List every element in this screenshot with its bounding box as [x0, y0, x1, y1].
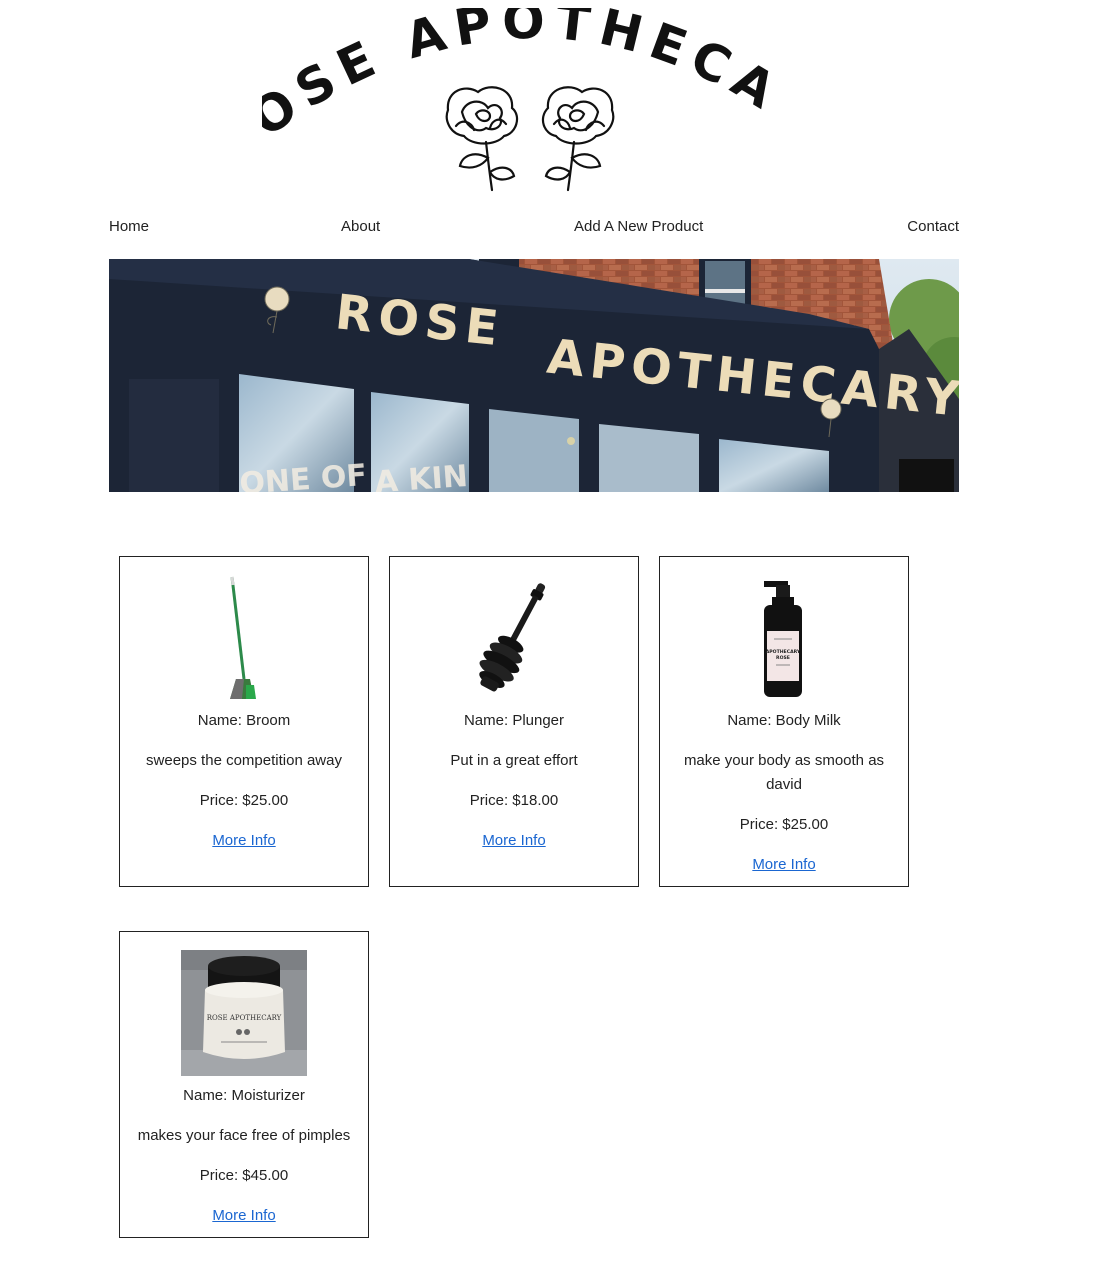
storefront-hero-image: ROSE APOTHECARY ONE OF A KIN: [109, 259, 959, 492]
storefront-window-text-2: A KIN: [374, 459, 469, 492]
main-nav: Home About Add A New Product Contact: [109, 217, 959, 239]
more-info-link[interactable]: More Info: [120, 1206, 368, 1226]
nav-add-product-link[interactable]: Add A New Product: [574, 217, 703, 237]
product-description: make your body as smooth as david: [683, 752, 885, 793]
logo-wordmark: ROSE APOTHECARY: [262, 8, 793, 148]
product-price: Price: $45.00: [199, 1167, 289, 1184]
product-price: Price: $18.00: [469, 792, 559, 809]
product-card: ROSE APOTHECARY Name: Moisturizer makes …: [119, 931, 369, 1238]
product-description: Put in a great effort: [450, 752, 578, 769]
product-card: Name: Plunger Put in a great effort Pric…: [389, 556, 639, 887]
more-info-link[interactable]: More Info: [390, 831, 638, 851]
product-description: sweeps the competition away: [146, 752, 342, 769]
product-card: Name: Broom sweeps the competition away …: [119, 556, 369, 887]
product-name: Name: Body Milk: [727, 712, 841, 729]
twin-roses-icon: [445, 86, 615, 192]
product-name: Name: Moisturizer: [183, 1087, 305, 1104]
moisturizer-jar-image: ROSE APOTHECARY: [120, 950, 368, 1076]
bottle-label-line1: APOTHECARY: [766, 649, 801, 655]
more-info-link[interactable]: More Info: [660, 855, 908, 875]
body-milk-bottle-image: APOTHECARY ROSE: [660, 579, 908, 701]
plunger-image: [390, 575, 638, 701]
product-description: makes your face free of pimples: [137, 1127, 351, 1144]
product-card: APOTHECARY ROSE Name: Body Milk make you…: [659, 556, 909, 887]
jar-label: ROSE APOTHECARY: [207, 1014, 282, 1022]
nav-contact-link[interactable]: Contact: [907, 217, 959, 237]
logo-graphic: ROSE APOTHECARY: [262, 8, 793, 192]
product-price: Price: $25.00: [739, 816, 829, 833]
product-name: Name: Plunger: [463, 712, 565, 729]
nav-home-link[interactable]: Home: [109, 217, 149, 237]
broom-image: [120, 575, 368, 701]
product-name: Name: Broom: [197, 712, 291, 729]
nav-about-link[interactable]: About: [341, 217, 380, 237]
site-logo[interactable]: ROSE APOTHECARY: [262, 8, 808, 198]
bottle-label-line2: ROSE: [776, 655, 790, 661]
product-price: Price: $25.00: [199, 792, 289, 809]
more-info-link[interactable]: More Info: [120, 831, 368, 851]
